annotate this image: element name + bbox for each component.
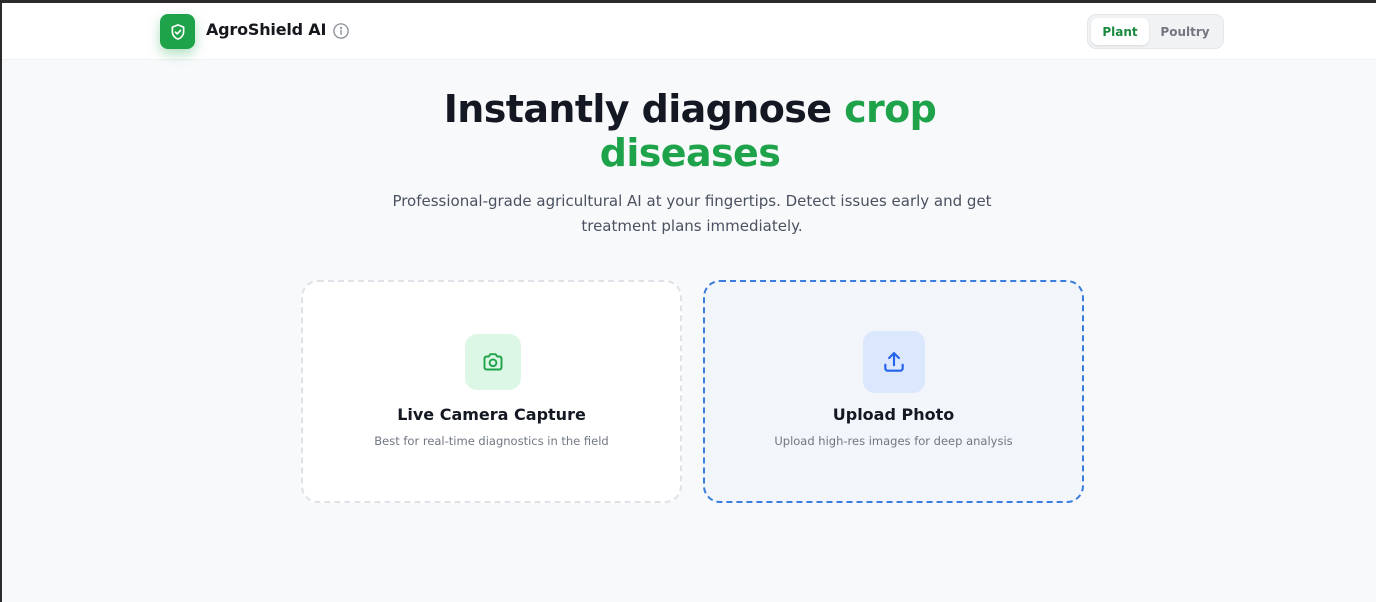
brand-name: AgroShield AI [206, 20, 327, 39]
top-bar: AgroShield AI Plant Poultry [2, 3, 1376, 60]
upload-icon-tile [863, 331, 925, 393]
upload-icon [884, 352, 904, 372]
live-camera-card[interactable]: Live Camera Capture Best for real-time d… [301, 280, 682, 503]
live-camera-description: Best for real-time diagnostics in the fi… [374, 434, 609, 448]
upload-photo-title: Upload Photo [832, 405, 955, 424]
upload-photo-description: Upload high-res images for deep analysis [774, 434, 1013, 448]
toggle-poultry-button[interactable]: Poultry [1151, 18, 1219, 45]
upload-photo-card[interactable]: Upload Photo Upload high-res images for … [703, 280, 1084, 503]
hero-subtitle: Professional-grade agricultural AI at yo… [392, 192, 992, 235]
info-icon[interactable] [332, 22, 350, 40]
camera-icon [483, 353, 503, 371]
app-logo[interactable] [160, 14, 195, 49]
toggle-plant-button[interactable]: Plant [1091, 18, 1149, 45]
shield-check-icon [171, 23, 184, 40]
live-camera-title: Live Camera Capture [397, 405, 586, 424]
camera-icon-tile [465, 334, 521, 390]
hero-title-prefix: Instantly diagnose [443, 87, 845, 131]
mode-toggle: Plant Poultry [1087, 14, 1224, 49]
hero-title: Instantly diagnose crop diseases [390, 87, 990, 175]
